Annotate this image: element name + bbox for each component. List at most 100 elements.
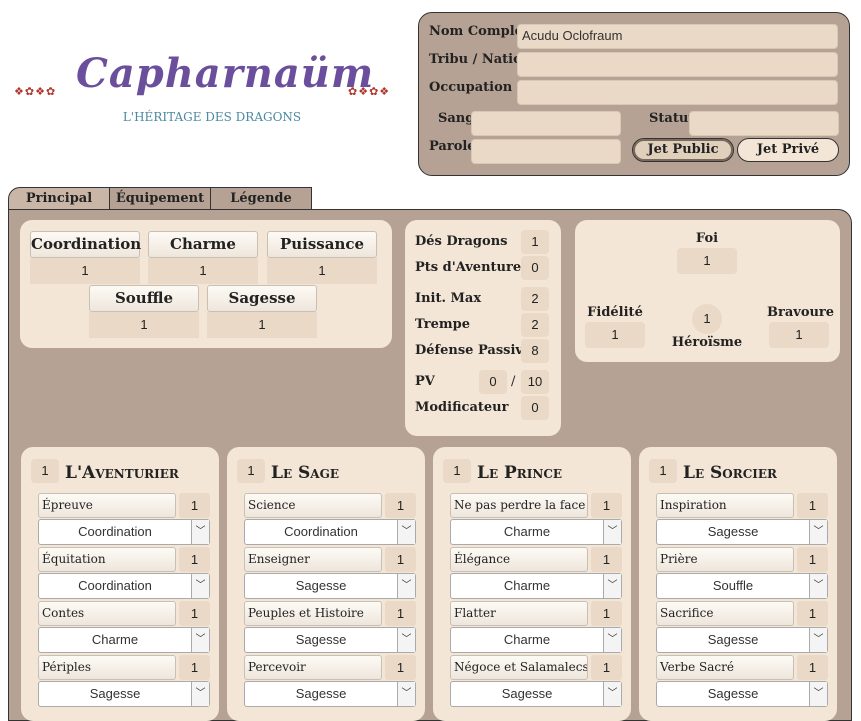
skill-attribute-select[interactable]: Coordination ﹀ (38, 573, 210, 599)
skill-attribute-select[interactable]: Sagesse ﹀ (656, 519, 828, 545)
jet-prive-button[interactable]: Jet Privé (737, 138, 839, 162)
chevron-down-icon: ﹀ (603, 628, 621, 652)
heroisme-label: Héroïsme (671, 335, 743, 350)
skill-value[interactable]: 1 (797, 655, 828, 680)
foi-value[interactable]: 1 (677, 248, 737, 274)
des-dragons-value[interactable]: 1 (521, 230, 549, 254)
nom-input[interactable]: Acudu Oclofraum (517, 24, 838, 49)
skill-value[interactable]: 1 (179, 547, 210, 572)
skill-button[interactable]: Verbe Sacré (656, 655, 794, 680)
skill-button[interactable]: Ne pas perdre la face (450, 493, 588, 518)
puissance-value[interactable]: 1 (267, 258, 377, 284)
skill-attribute-select[interactable]: Coordination ﹀ (38, 519, 210, 545)
skill-value[interactable]: 1 (179, 601, 210, 626)
skill-button[interactable]: Inspiration (656, 493, 794, 518)
defense-value[interactable]: 8 (521, 339, 549, 363)
souffle-button[interactable]: Souffle (89, 285, 199, 312)
tab-legende[interactable]: Légende (210, 187, 312, 209)
skill-value[interactable]: 1 (591, 547, 622, 572)
bravoure-value[interactable]: 1 (769, 322, 829, 348)
skill-value[interactable]: 1 (385, 601, 416, 626)
skill-value[interactable]: 1 (385, 493, 416, 518)
skill-button[interactable]: Périples (38, 655, 176, 680)
chevron-down-icon: ﹀ (809, 574, 827, 598)
skill-attribute-select[interactable]: Charme ﹀ (38, 627, 210, 653)
select-value: Charme (91, 632, 139, 647)
ornament-right-icon: ✿❖✿❖ (348, 85, 391, 98)
modificateur-label: Modificateur (415, 400, 509, 415)
skill-button[interactable]: Épreuve (38, 493, 176, 518)
attributes-panel: Coordination 1 Charme 1 Puissance 1 Souf… (20, 220, 392, 348)
skill-attribute-select[interactable]: Charme ﹀ (450, 519, 622, 545)
sagesse-button[interactable]: Sagesse (207, 285, 317, 312)
charme-value[interactable]: 1 (148, 258, 258, 284)
skill-value[interactable]: 1 (179, 493, 210, 518)
tribu-input[interactable] (517, 52, 838, 77)
souffle-value[interactable]: 1 (89, 312, 199, 338)
skill-attribute-select[interactable]: Sagesse ﹀ (244, 681, 416, 707)
skill-button[interactable]: Percevoir (244, 655, 382, 680)
archetype-sorcier: 1 Le Sorcier Inspiration 1 Sagesse ﹀ Priè… (639, 447, 837, 721)
occupation-input[interactable] (517, 80, 838, 105)
skill-button[interactable]: Peuples et Histoire (244, 601, 382, 626)
chevron-down-icon: ﹀ (603, 520, 621, 544)
skill-button[interactable]: Sacrifice (656, 601, 794, 626)
tab-principal[interactable]: Principal (8, 187, 110, 209)
parole-input[interactable] (471, 139, 621, 164)
faith-panel: Foi 1 Fidélité 1 1 Héroïsme Bravoure 1 (575, 220, 840, 362)
chevron-down-icon: ﹀ (397, 574, 415, 598)
skill-button[interactable]: Élégance (450, 547, 588, 572)
chevron-down-icon: ﹀ (191, 628, 209, 652)
skill-button[interactable]: Flatter (450, 601, 588, 626)
skill-attribute-select[interactable]: Sagesse ﹀ (244, 573, 416, 599)
statut-input[interactable] (689, 111, 839, 136)
skill-button[interactable]: Enseigner (244, 547, 382, 572)
archetype-level[interactable]: 1 (31, 459, 59, 483)
skill-value[interactable]: 1 (385, 547, 416, 572)
skill-button[interactable]: Contes (38, 601, 176, 626)
sang-input[interactable] (471, 111, 621, 136)
skill-value[interactable]: 1 (591, 655, 622, 680)
coordination-button[interactable]: Coordination (30, 231, 141, 258)
skill-value[interactable]: 1 (591, 493, 622, 518)
charme-button[interactable]: Charme (148, 231, 258, 258)
pv-current-value[interactable]: 0 (479, 370, 507, 394)
fidelite-value[interactable]: 1 (585, 322, 645, 348)
skill-attribute-select[interactable]: Coordination ﹀ (244, 519, 416, 545)
skill-value[interactable]: 1 (591, 601, 622, 626)
modificateur-value[interactable]: 0 (521, 396, 549, 420)
skill-attribute-select[interactable]: Sagesse ﹀ (38, 681, 210, 707)
skill-value[interactable]: 1 (179, 655, 210, 680)
pts-aventure-value[interactable]: 0 (521, 256, 549, 280)
skill-attribute-select[interactable]: Sagesse ﹀ (450, 681, 622, 707)
sagesse-value[interactable]: 1 (207, 312, 317, 338)
heroisme-value[interactable]: 1 (692, 304, 722, 334)
skill-attribute-select[interactable]: Souffle ﹀ (656, 573, 828, 599)
skill-value[interactable]: 1 (385, 655, 416, 680)
sang-label: Sang (438, 111, 475, 126)
skill-value[interactable]: 1 (797, 547, 828, 572)
skill-attribute-select[interactable]: Sagesse ﹀ (244, 627, 416, 653)
skill-attribute-select[interactable]: Sagesse ﹀ (656, 681, 828, 707)
archetype-level[interactable]: 1 (649, 459, 677, 483)
skill-value[interactable]: 1 (797, 493, 828, 518)
tab-equipement[interactable]: Équipement (109, 187, 211, 209)
init-max-value[interactable]: 2 (521, 287, 549, 311)
jet-public-button[interactable]: Jet Public (632, 138, 734, 162)
trempe-value[interactable]: 2 (521, 313, 549, 337)
archetype-level[interactable]: 1 (237, 459, 265, 483)
archetype-level[interactable]: 1 (443, 459, 471, 483)
skill-button[interactable]: Négoce et Salamalecs (450, 655, 588, 680)
skill-value[interactable]: 1 (797, 601, 828, 626)
skill-attribute-select[interactable]: Charme ﹀ (450, 627, 622, 653)
skill-button[interactable]: Équitation (38, 547, 176, 572)
skill-button[interactable]: Prière (656, 547, 794, 572)
skill-attribute-select[interactable]: Sagesse ﹀ (656, 627, 828, 653)
skill-attribute-select[interactable]: Charme ﹀ (450, 573, 622, 599)
select-value: Sagesse (707, 686, 759, 701)
puissance-button[interactable]: Puissance (267, 231, 377, 258)
init-max-label: Init. Max (415, 291, 482, 306)
pv-max-value[interactable]: 10 (521, 370, 549, 394)
skill-button[interactable]: Science (244, 493, 382, 518)
coordination-value[interactable]: 1 (30, 258, 140, 284)
